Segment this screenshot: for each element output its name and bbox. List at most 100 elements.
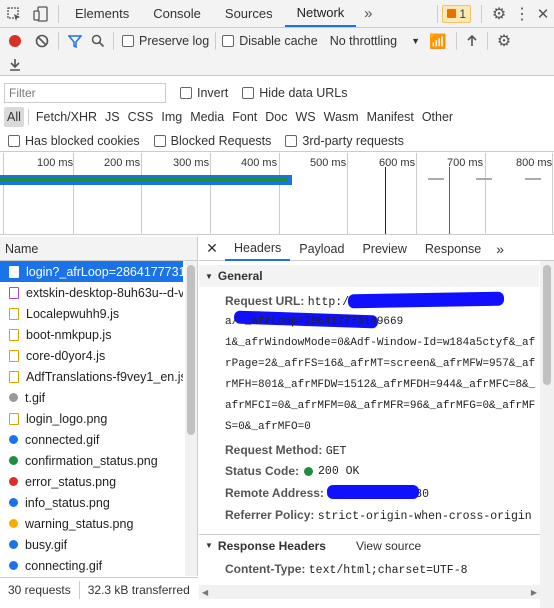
timeline-gridline bbox=[416, 153, 417, 234]
request-name: boot-nmkpup.js bbox=[26, 327, 112, 342]
import-har-icon[interactable] bbox=[461, 28, 483, 54]
img-file-icon bbox=[9, 393, 18, 402]
checkbox-box[interactable] bbox=[222, 35, 235, 47]
tab-elements[interactable]: Elements bbox=[63, 1, 141, 27]
request-row[interactable]: busy.gif bbox=[0, 534, 183, 555]
request-row[interactable]: error_status.png bbox=[0, 471, 183, 492]
type-filter-doc[interactable]: Doc bbox=[262, 107, 290, 127]
request-row[interactable]: Localepwuhh9.js bbox=[0, 303, 183, 324]
list-scrollbar[interactable] bbox=[185, 261, 197, 576]
kebab-menu-icon[interactable]: ⋮ bbox=[512, 0, 532, 28]
request-name: warning_status.png bbox=[25, 516, 134, 531]
img-file-icon bbox=[9, 498, 18, 507]
filter-input[interactable]: Filter bbox=[4, 83, 166, 103]
scrollbar-thumb[interactable] bbox=[187, 265, 195, 435]
blocked-requests-checkbox[interactable]: Blocked Requests bbox=[153, 134, 271, 148]
type-filter-media[interactable]: Media bbox=[187, 107, 227, 127]
type-filter-js[interactable]: JS bbox=[102, 107, 123, 127]
view-source-link[interactable]: View source bbox=[356, 539, 421, 553]
type-filter-font[interactable]: Font bbox=[229, 107, 260, 127]
device-toolbar-icon[interactable] bbox=[28, 0, 54, 28]
network-conditions-icon[interactable]: 📶 bbox=[424, 28, 452, 54]
third-party-checkbox[interactable]: 3rd-party requests bbox=[285, 134, 404, 148]
img-file-icon bbox=[9, 540, 18, 549]
inspect-element-icon[interactable] bbox=[0, 0, 28, 28]
name-column-header[interactable]: Name bbox=[0, 237, 197, 261]
record-icon[interactable] bbox=[0, 28, 30, 54]
close-details-icon[interactable]: ✕ bbox=[199, 240, 225, 257]
request-row[interactable]: extskin-desktop-8uh63u--d-v bbox=[0, 282, 183, 303]
throttling-select[interactable]: No throttling ▼ bbox=[330, 34, 420, 48]
request-row[interactable]: login_logo.png bbox=[0, 408, 183, 429]
request-row[interactable]: connected.gif bbox=[0, 429, 183, 450]
request-row[interactable]: core-d0yor4.js bbox=[0, 345, 183, 366]
timeline-request-bar bbox=[428, 178, 444, 180]
export-har-icon[interactable] bbox=[0, 54, 30, 76]
tab-headers[interactable]: Headers bbox=[225, 237, 291, 261]
timeline-gridline bbox=[485, 153, 486, 234]
request-row[interactable]: warning_status.png bbox=[0, 513, 183, 534]
hide-data-urls-checkbox[interactable]: Hide data URLs bbox=[242, 86, 348, 100]
scrollbar-thumb[interactable] bbox=[543, 265, 551, 385]
network-settings-icon[interactable]: ⚙ bbox=[492, 28, 516, 54]
tab-console[interactable]: Console bbox=[141, 1, 213, 27]
checkbox-box[interactable] bbox=[8, 134, 20, 147]
request-row[interactable]: login?_afrLoop=28641777314 bbox=[0, 261, 183, 282]
response-headers-section[interactable]: ▼ Response Headers View source bbox=[199, 534, 540, 556]
disable-cache-checkbox[interactable]: Disable cache bbox=[222, 34, 318, 48]
tab-network[interactable]: Network bbox=[284, 1, 357, 27]
request-url-line: afrMFCI=0&_afrMFM=0&_afrMFR=96&_afrMFG=0… bbox=[225, 400, 536, 412]
type-filter-ws[interactable]: WS bbox=[292, 107, 318, 127]
toolbar-divider bbox=[437, 4, 439, 23]
checkbox-box[interactable] bbox=[180, 87, 192, 99]
general-section-header[interactable]: ▼ General bbox=[199, 265, 539, 287]
toolbar-divider bbox=[58, 4, 59, 23]
type-filter-css[interactable]: CSS bbox=[125, 107, 157, 127]
issues-badge[interactable]: 1 bbox=[442, 4, 471, 23]
request-name: t.gif bbox=[25, 390, 46, 405]
request-row[interactable]: boot-nmkpup.js bbox=[0, 324, 183, 345]
checkbox-box[interactable] bbox=[242, 87, 255, 99]
toolbar-divider bbox=[113, 32, 114, 50]
more-tabs-icon[interactable]: » bbox=[356, 5, 380, 22]
details-hscrollbar[interactable]: ◀ ▶ bbox=[199, 585, 540, 599]
request-url-line: rPage=2&_afrFS=16&_afrMT=screen&_afrMFW=… bbox=[225, 358, 536, 370]
type-filter-fetch[interactable]: Fetch/XHR bbox=[33, 107, 100, 127]
clear-icon[interactable] bbox=[30, 28, 54, 54]
timeline-gridline bbox=[347, 153, 348, 234]
checkbox-box[interactable] bbox=[285, 134, 298, 147]
scroll-right-icon[interactable]: ▶ bbox=[531, 588, 537, 597]
type-filter-manifest[interactable]: Manifest bbox=[364, 107, 417, 127]
filter-icon[interactable] bbox=[63, 28, 87, 54]
checkbox-box[interactable] bbox=[122, 35, 134, 47]
js-file-icon bbox=[9, 370, 19, 383]
redaction-mark bbox=[347, 291, 505, 309]
tab-preview[interactable]: Preview bbox=[353, 242, 415, 256]
search-icon[interactable] bbox=[87, 28, 109, 54]
close-devtools-icon[interactable]: ✕ bbox=[532, 0, 554, 28]
details-scrollbar[interactable] bbox=[540, 261, 554, 608]
invert-checkbox[interactable]: Invert bbox=[180, 86, 228, 100]
tab-sources[interactable]: Sources bbox=[213, 1, 285, 27]
request-row[interactable]: confirmation_status.png bbox=[0, 450, 183, 471]
request-row[interactable]: connecting.gif bbox=[0, 555, 183, 576]
timeline-gridline bbox=[210, 153, 211, 234]
request-name: info_status.png bbox=[25, 495, 110, 510]
type-filter-other[interactable]: Other bbox=[419, 107, 456, 127]
js-file-icon bbox=[9, 328, 19, 341]
css-file-icon bbox=[9, 286, 19, 299]
checkbox-box[interactable] bbox=[153, 134, 166, 147]
blocked-cookies-checkbox[interactable]: Has blocked cookies bbox=[8, 134, 140, 148]
more-tabs-icon[interactable]: » bbox=[490, 241, 510, 257]
request-row[interactable]: t.gif bbox=[0, 387, 183, 408]
scroll-left-icon[interactable]: ◀ bbox=[202, 588, 208, 597]
type-filter-img[interactable]: Img bbox=[158, 107, 185, 127]
request-row[interactable]: AdfTranslations-f9vey1_en.js? bbox=[0, 366, 183, 387]
request-row[interactable]: info_status.png bbox=[0, 492, 183, 513]
settings-gear-icon[interactable]: ⚙ bbox=[486, 0, 512, 28]
tab-response[interactable]: Response bbox=[416, 242, 490, 256]
type-filter-wasm[interactable]: Wasm bbox=[321, 107, 362, 127]
type-filter-all[interactable]: All bbox=[4, 107, 24, 127]
tab-payload[interactable]: Payload bbox=[290, 242, 353, 256]
preserve-log-checkbox[interactable]: Preserve log bbox=[122, 34, 209, 48]
